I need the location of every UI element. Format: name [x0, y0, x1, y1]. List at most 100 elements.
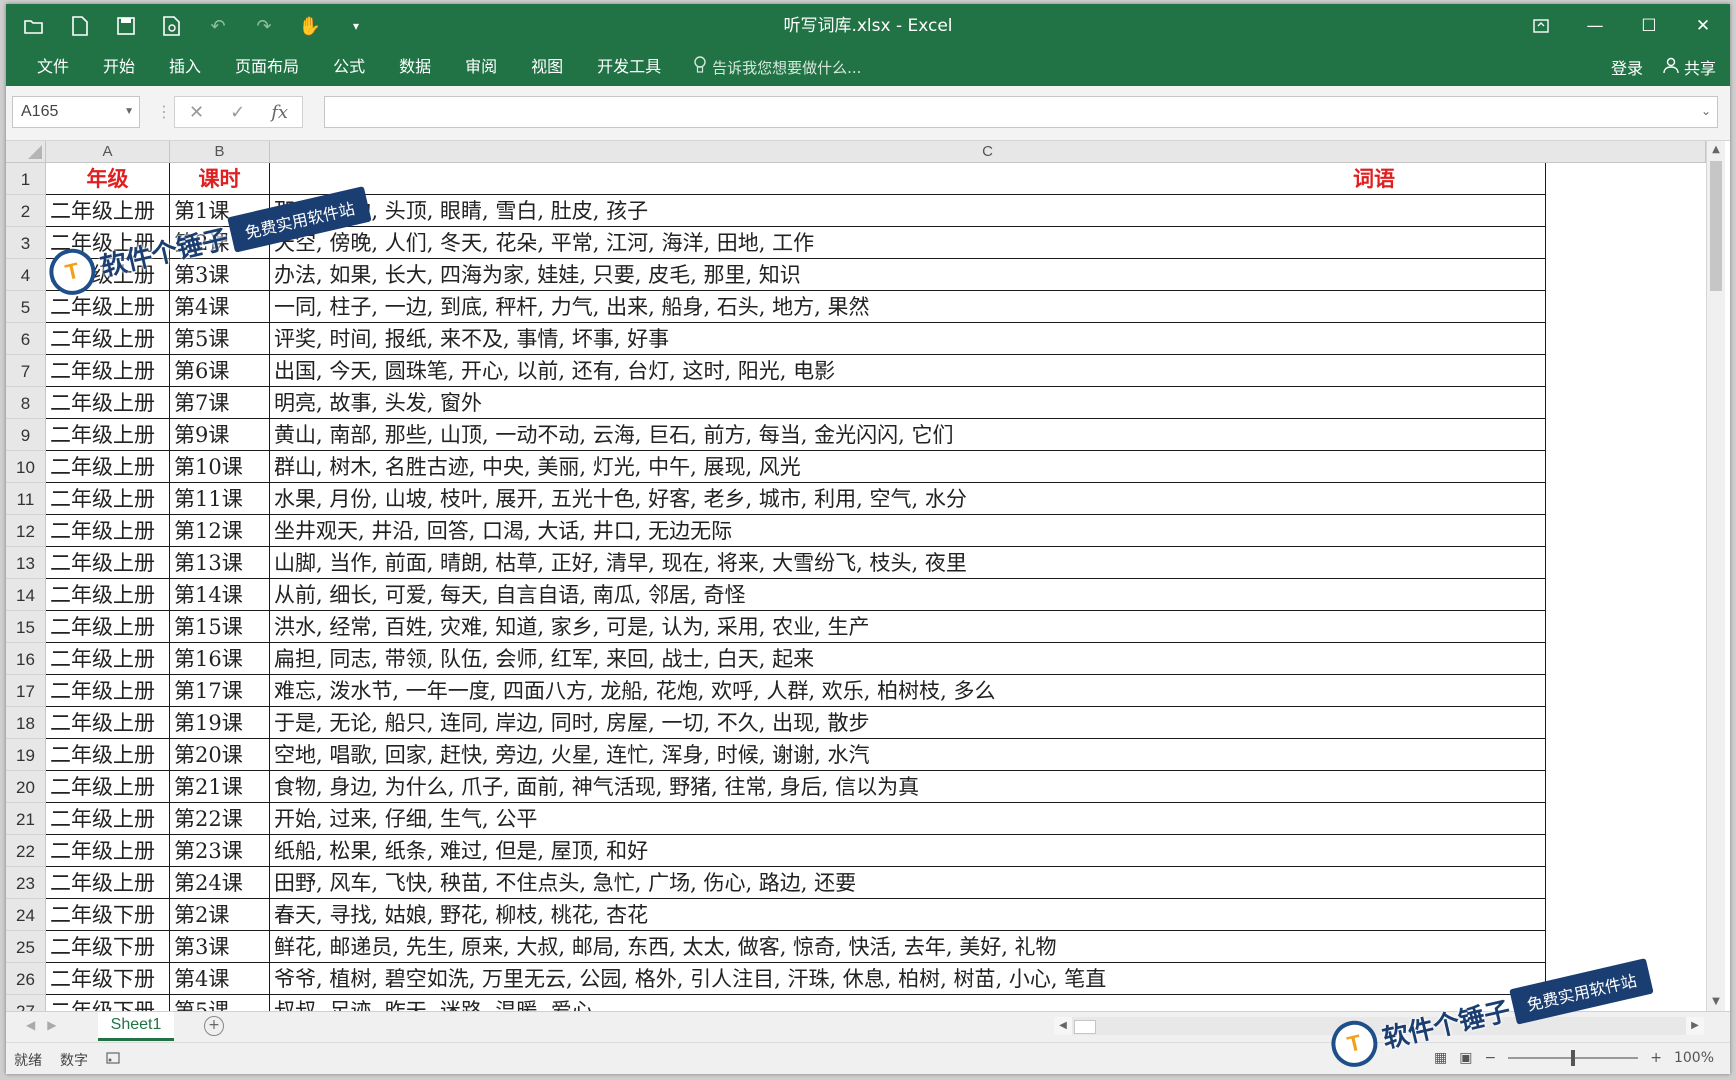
cell-words[interactable]: 春天, 寻找, 姑娘, 野花, 柳枝, 桃花, 杏花	[270, 899, 1546, 931]
zoom-slider[interactable]	[1508, 1050, 1639, 1066]
tab-data[interactable]: 数据	[382, 48, 448, 86]
macro-record-icon[interactable]	[106, 1052, 120, 1068]
column-header-c[interactable]: C	[270, 141, 1706, 163]
cell-words[interactable]: 从前, 细长, 可爱, 每天, 自言自语, 南瓜, 邻居, 奇怪	[270, 579, 1546, 611]
cell-lesson[interactable]: 第2课	[170, 899, 270, 931]
prev-sheet-icon[interactable]: ◀	[26, 1018, 35, 1032]
cell-grade[interactable]: 二年级上册	[46, 835, 170, 867]
cell-lesson[interactable]: 第16课	[170, 643, 270, 675]
row-header[interactable]: 3	[6, 227, 46, 259]
insert-function-icon[interactable]: fx	[271, 102, 288, 123]
row-header[interactable]: 14	[6, 579, 46, 611]
cell-words[interactable]: 明亮, 故事, 头发, 窗外	[270, 387, 1546, 419]
vertical-scrollbar[interactable]: ▲ ▼	[1706, 141, 1725, 1011]
cell-grade[interactable]: 二年级上册	[46, 355, 170, 387]
cancel-icon[interactable]: ✕	[189, 102, 204, 123]
cell-grade[interactable]: 二年级上册	[46, 451, 170, 483]
cell-words[interactable]: 山脚, 当作, 前面, 晴朗, 枯草, 正好, 清早, 现在, 将来, 大雪纷飞…	[270, 547, 1546, 579]
tab-formulas[interactable]: 公式	[316, 48, 382, 86]
share-button[interactable]: 共享	[1663, 55, 1716, 79]
save-icon[interactable]	[112, 12, 140, 40]
row-header[interactable]: 7	[6, 355, 46, 387]
cell-words[interactable]: 洪水, 经常, 百姓, 灾难, 知道, 家乡, 可是, 认为, 采用, 农业, …	[270, 611, 1546, 643]
cell-grade[interactable]: 二年级上册	[46, 707, 170, 739]
header-cell-grade[interactable]: 年级	[46, 163, 170, 195]
cell-words[interactable]: 空地, 唱歌, 回家, 赶快, 旁边, 火星, 连忙, 浑身, 时候, 谢谢, …	[270, 739, 1546, 771]
touch-mode-icon[interactable]: ✋	[296, 12, 324, 40]
row-header[interactable]: 24	[6, 899, 46, 931]
minimize-icon[interactable]: —	[1568, 4, 1622, 48]
cell-words[interactable]: 群山, 树木, 名胜古迹, 中央, 美丽, 灯光, 中午, 展现, 风光	[270, 451, 1546, 483]
cell-lesson[interactable]: 第7课	[170, 387, 270, 419]
cell-lesson[interactable]: 第10课	[170, 451, 270, 483]
tab-file[interactable]: 文件	[20, 48, 86, 86]
new-file-icon[interactable]	[66, 12, 94, 40]
cell-lesson[interactable]: 第3课	[170, 931, 270, 963]
print-preview-icon[interactable]	[158, 12, 186, 40]
cell-grade[interactable]: 二年级上册	[46, 803, 170, 835]
row-header[interactable]: 25	[6, 931, 46, 963]
row-header[interactable]: 17	[6, 675, 46, 707]
cell-lesson[interactable]: 第14课	[170, 579, 270, 611]
formula-bar-splitter[interactable]: ⋮	[156, 102, 172, 121]
cell-words[interactable]: 评奖, 时间, 报纸, 来不及, 事情, 坏事, 好事	[270, 323, 1546, 355]
row-header[interactable]: 23	[6, 867, 46, 899]
cell-grade[interactable]: 二年级上册	[46, 323, 170, 355]
header-cell-lesson[interactable]: 课时	[170, 163, 270, 195]
cell-grade[interactable]: 二年级上册	[46, 419, 170, 451]
cell-lesson[interactable]: 第5课	[170, 995, 270, 1011]
scroll-thumb[interactable]	[1710, 161, 1722, 291]
expand-formula-bar-icon[interactable]: ⌄	[1701, 104, 1711, 118]
cell-words[interactable]: 纸船, 松果, 纸条, 难过, 但是, 屋顶, 和好	[270, 835, 1546, 867]
cell-lesson[interactable]: 第13课	[170, 547, 270, 579]
spreadsheet-grid[interactable]: A B C 1 年级 课时 词语 2 二年级上册 第1课 那里, 那边, 头顶, 眼睛, 雪白…	[6, 141, 1706, 1011]
cell-grade[interactable]: 二年级下册	[46, 931, 170, 963]
zoom-level[interactable]: 100%	[1674, 1050, 1714, 1066]
cell-lesson[interactable]: 第24课	[170, 867, 270, 899]
cell-words[interactable]: 叔叔, 足迹, 昨天, 迷路, 温暖, 爱心	[270, 995, 1546, 1011]
chevron-down-icon[interactable]: ▼	[124, 97, 134, 127]
row-header[interactable]: 5	[6, 291, 46, 323]
row-header[interactable]: 13	[6, 547, 46, 579]
cell-words[interactable]: 那里, 那边, 头顶, 眼睛, 雪白, 肚皮, 孩子	[270, 195, 1546, 227]
select-all-button[interactable]	[6, 141, 46, 163]
cell-words[interactable]: 办法, 如果, 长大, 四海为家, 娃娃, 只要, 皮毛, 那里, 知识	[270, 259, 1546, 291]
cell-words[interactable]: 鲜花, 邮递员, 先生, 原来, 大叔, 邮局, 东西, 太太, 做客, 惊奇,…	[270, 931, 1546, 963]
cell-grade[interactable]: 二年级下册	[46, 963, 170, 995]
page-layout-view-icon[interactable]: ▣	[1459, 1050, 1472, 1066]
cell-grade[interactable]: 二年级下册	[46, 995, 170, 1011]
row-header[interactable]: 10	[6, 451, 46, 483]
formula-input[interactable]: ⌄	[324, 96, 1718, 128]
cell-lesson[interactable]: 第4课	[170, 291, 270, 323]
cell-words[interactable]: 于是, 无论, 船只, 连同, 岸边, 同时, 房屋, 一切, 不久, 出现, …	[270, 707, 1546, 739]
row-header[interactable]: 15	[6, 611, 46, 643]
cell-lesson[interactable]: 第20课	[170, 739, 270, 771]
cell-grade[interactable]: 二年级上册	[46, 675, 170, 707]
row-header[interactable]: 26	[6, 963, 46, 995]
cell-words[interactable]: 开始, 过来, 仔细, 生气, 公平	[270, 803, 1546, 835]
cell-words[interactable]: 田野, 风车, 飞快, 秧苗, 不住点头, 急忙, 广场, 伤心, 路边, 还要	[270, 867, 1546, 899]
login-link[interactable]: 登录	[1611, 55, 1643, 79]
add-sheet-icon[interactable]: +	[204, 1016, 224, 1036]
cell-grade[interactable]: 二年级上册	[46, 515, 170, 547]
next-sheet-icon[interactable]: ▶	[47, 1018, 56, 1032]
cell-lesson[interactable]: 第11课	[170, 483, 270, 515]
cell-words[interactable]: 天空, 傍晚, 人们, 冬天, 花朵, 平常, 江河, 海洋, 田地, 工作	[270, 227, 1546, 259]
cell-lesson[interactable]: 第9课	[170, 419, 270, 451]
cell-lesson[interactable]: 第6课	[170, 355, 270, 387]
cell-words[interactable]: 难忘, 泼水节, 一年一度, 四面八方, 龙船, 花炮, 欢呼, 人群, 欢乐,…	[270, 675, 1546, 707]
scroll-left-icon[interactable]: ◀	[1054, 1017, 1072, 1035]
row-header[interactable]: 9	[6, 419, 46, 451]
cell-lesson[interactable]: 第4课	[170, 963, 270, 995]
cell-lesson[interactable]: 第23课	[170, 835, 270, 867]
cell-grade[interactable]: 二年级上册	[46, 643, 170, 675]
scroll-right-icon[interactable]: ▶	[1686, 1017, 1704, 1035]
column-header-b[interactable]: B	[170, 141, 270, 163]
cell-words[interactable]: 食物, 身边, 为什么, 爪子, 面前, 神气活现, 野猪, 往常, 身后, 信…	[270, 771, 1546, 803]
tab-review[interactable]: 审阅	[448, 48, 514, 86]
horizontal-scroll-thumb[interactable]	[1074, 1020, 1096, 1034]
cell-words[interactable]: 爷爷, 植树, 碧空如洗, 万里无云, 公园, 格外, 引人注目, 汗珠, 休息…	[270, 963, 1546, 995]
cell-grade[interactable]: 二年级上册	[46, 387, 170, 419]
tab-home[interactable]: 开始	[86, 48, 152, 86]
cell-grade[interactable]: 二年级上册	[46, 483, 170, 515]
